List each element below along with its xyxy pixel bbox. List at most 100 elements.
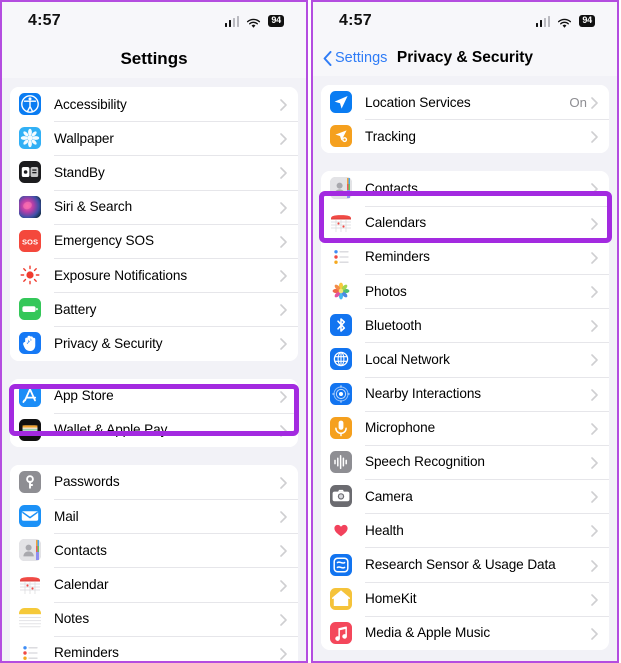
list-item-label: Exposure Notifications — [54, 267, 188, 283]
list-item[interactable]: Contacts — [321, 171, 609, 206]
status-bar-left: 4:57 94 — [2, 2, 306, 40]
list-item[interactable]: Media & Apple Music — [321, 615, 609, 650]
media-apple-music-icon — [330, 621, 352, 644]
chevron-right-icon — [591, 627, 598, 640]
wallet-icon — [19, 418, 41, 441]
list-item-label: Notes — [54, 611, 90, 627]
list-item[interactable]: Camera — [321, 479, 609, 514]
privacy-hand-icon — [19, 332, 41, 355]
list-item-label: Calendars — [365, 215, 427, 231]
nav-bar-settings: Settings — [2, 40, 306, 78]
reminders-icon — [330, 245, 352, 268]
list-item-label: Local Network — [365, 351, 450, 367]
back-button[interactable]: Settings — [323, 50, 387, 66]
list-item[interactable]: Tracking — [321, 119, 609, 154]
list-item[interactable]: Passwords — [10, 464, 298, 500]
list-item[interactable]: StandBy — [10, 155, 298, 190]
tracking-icon — [330, 125, 352, 148]
list-item-label: Privacy & Security — [54, 335, 163, 351]
list-item[interactable]: Wallet & Apple Pay — [10, 412, 298, 447]
list-item[interactable]: Speech Recognition — [321, 444, 609, 480]
chevron-right-icon — [591, 593, 598, 606]
list-item-label: Passwords — [54, 474, 120, 490]
wifi-icon — [557, 16, 572, 28]
chevron-right-icon — [591, 96, 598, 109]
list-item-label: Siri & Search — [54, 199, 133, 215]
microphone-icon — [330, 416, 352, 439]
chevron-right-icon — [280, 303, 287, 317]
list-item-label: Contacts — [365, 180, 418, 196]
list-item[interactable]: HomeKit — [321, 581, 609, 616]
list-item-label: Wallpaper — [54, 130, 114, 146]
list-item[interactable]: Mail — [10, 499, 298, 534]
list-item-label: HomeKit — [365, 591, 417, 607]
list-item-label: Research Sensor & Usage Data — [365, 557, 556, 573]
list-item[interactable]: Wallpaper — [10, 121, 298, 156]
chevron-right-icon — [280, 544, 287, 558]
chevron-right-icon — [280, 510, 287, 523]
exposure-notifications-icon — [19, 264, 41, 287]
list-item-label: Reminders — [54, 645, 119, 661]
list-item-label: Accessibility — [54, 96, 127, 112]
chevron-right-icon — [591, 251, 598, 264]
research-sensor-icon — [330, 553, 352, 576]
nav-bar-privacy: Settings Privacy & Security — [313, 40, 617, 76]
privacy-list-right[interactable]: Location Services On Tracking Contacts Cale… — [313, 76, 617, 661]
list-item[interactable]: Local Network — [321, 342, 609, 377]
chevron-left-icon — [323, 50, 332, 66]
chevron-right-icon — [280, 613, 287, 626]
list-item[interactable]: Microphone — [321, 410, 609, 445]
list-item[interactable]: Health — [321, 513, 609, 548]
chevron-right-icon — [280, 390, 287, 403]
chevron-right-icon — [280, 476, 287, 489]
settings-list-left[interactable]: Accessibility Wallpaper StandBy Siri & Sear… — [2, 78, 306, 661]
list-item[interactable]: Nearby Interactions — [321, 376, 609, 411]
list-item[interactable]: Exposure Notifications — [10, 257, 298, 293]
chevron-right-icon — [591, 388, 598, 401]
list-item[interactable]: Location Services On — [321, 85, 609, 120]
chevron-right-icon — [280, 579, 287, 592]
list-item[interactable]: Privacy & Security — [10, 326, 298, 361]
back-button-label: Settings — [335, 50, 388, 66]
calendar-icon — [330, 211, 352, 234]
list-item[interactable]: Research Sensor & Usage Data — [321, 547, 609, 582]
list-item-label: Camera — [365, 488, 413, 504]
chevron-right-icon — [591, 130, 598, 144]
list-item-label: Calendar — [54, 577, 109, 593]
contacts-icon — [330, 177, 352, 200]
list-item[interactable]: Accessibility — [10, 87, 298, 122]
list-item-label: Mail — [54, 508, 79, 524]
list-item-label: Speech Recognition — [365, 454, 485, 470]
list-item[interactable]: Contacts — [10, 533, 298, 568]
cellular-signal-icon — [535, 15, 551, 27]
chevron-right-icon — [591, 490, 598, 503]
chevron-right-icon — [280, 132, 287, 146]
list-item[interactable]: Bluetooth — [321, 308, 609, 343]
chevron-right-icon — [591, 456, 598, 469]
list-item[interactable]: Calendar — [10, 567, 298, 602]
list-item[interactable]: SOS Emergency SOS — [10, 223, 298, 258]
passwords-key-icon — [19, 470, 41, 493]
chevron-right-icon — [280, 647, 287, 660]
privacy-group-2: Contacts Calendars Reminders Photos Bluetoot… — [321, 171, 609, 650]
list-item[interactable]: App Store — [10, 378, 298, 413]
list-item[interactable]: Reminders — [321, 239, 609, 274]
settings-group-2: App Store Wallet & Apple Pay — [10, 378, 298, 447]
list-item-label: Emergency SOS — [54, 233, 154, 249]
list-item[interactable]: Calendars — [321, 205, 609, 240]
dual-screenshot-container: 4:57 94 Settings Accessibility Wallpaper S… — [0, 0, 621, 663]
chevron-right-icon — [591, 217, 598, 230]
left-phone-screen: 4:57 94 Settings Accessibility Wallpaper S… — [0, 0, 308, 663]
standby-icon — [19, 161, 41, 184]
list-item[interactable]: Reminders — [10, 635, 298, 661]
list-item[interactable]: Battery — [10, 292, 298, 327]
svg-text:SOS: SOS — [22, 237, 38, 246]
list-item-label: Microphone — [365, 420, 436, 436]
chevron-right-icon — [591, 353, 598, 367]
health-icon — [330, 519, 352, 542]
list-item[interactable]: Siri & Search — [10, 189, 298, 224]
chevron-right-icon — [280, 235, 287, 248]
list-item[interactable]: Photos — [321, 273, 609, 309]
list-item[interactable]: Notes — [10, 601, 298, 636]
chevron-right-icon — [280, 269, 287, 282]
